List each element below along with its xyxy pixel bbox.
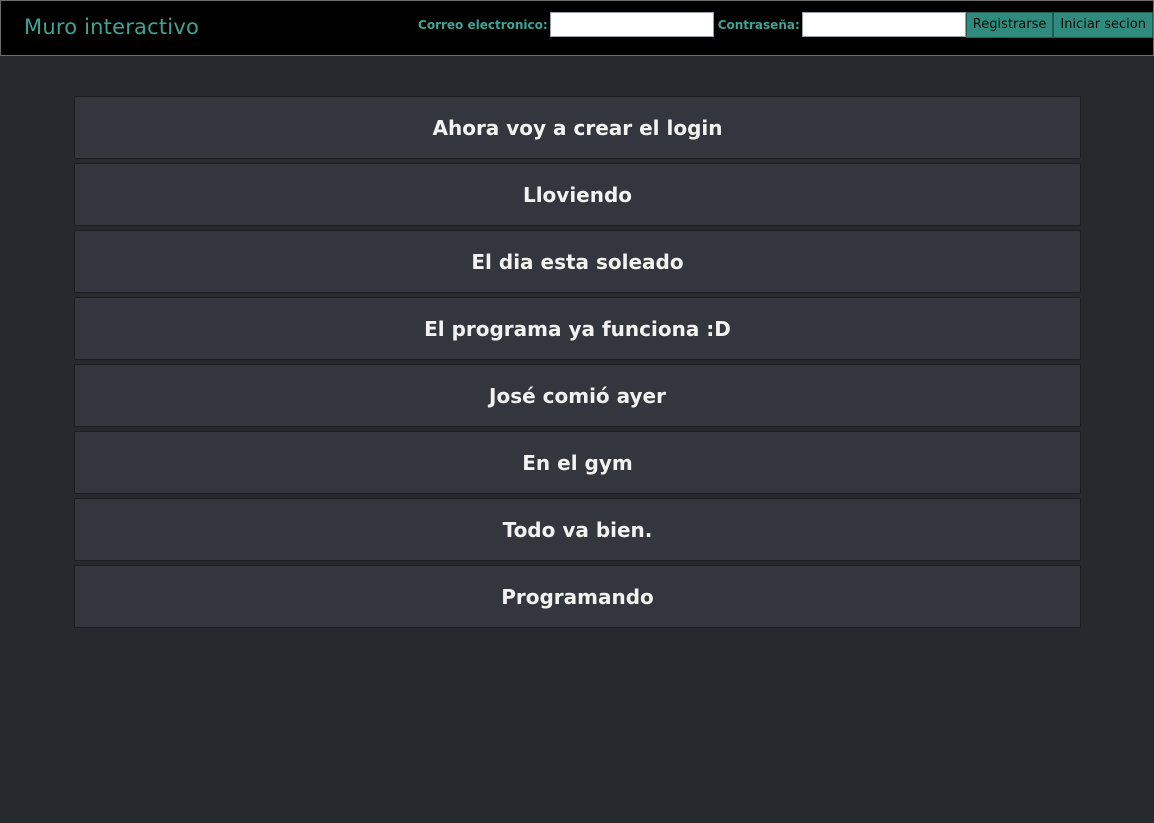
post-item: Programando (74, 565, 1081, 628)
post-item: El programa ya funciona :D (74, 297, 1081, 360)
password-label: Contraseña: (717, 17, 800, 32)
login-button[interactable]: Iniciar secion (1053, 11, 1153, 38)
post-item: José comió ayer (74, 364, 1081, 427)
email-input[interactable] (549, 12, 714, 37)
post-item: El dia esta soleado (74, 230, 1081, 293)
register-button[interactable]: Registrarse (965, 11, 1054, 38)
email-label: Correo electronico: (418, 17, 548, 32)
post-wall: Ahora voy a crear el login Lloviendo El … (74, 96, 1081, 632)
post-item: Lloviendo (74, 163, 1081, 226)
site-brand[interactable]: Muro interactivo (24, 15, 199, 39)
login-form: Correo electronico: Contraseña: Registra… (418, 11, 1153, 38)
post-item: Todo va bien. (74, 498, 1081, 561)
top-navbar: Muro interactivo Correo electronico: Con… (0, 0, 1154, 56)
password-input[interactable] (801, 12, 966, 37)
post-item: En el gym (74, 431, 1081, 494)
post-item: Ahora voy a crear el login (74, 96, 1081, 159)
